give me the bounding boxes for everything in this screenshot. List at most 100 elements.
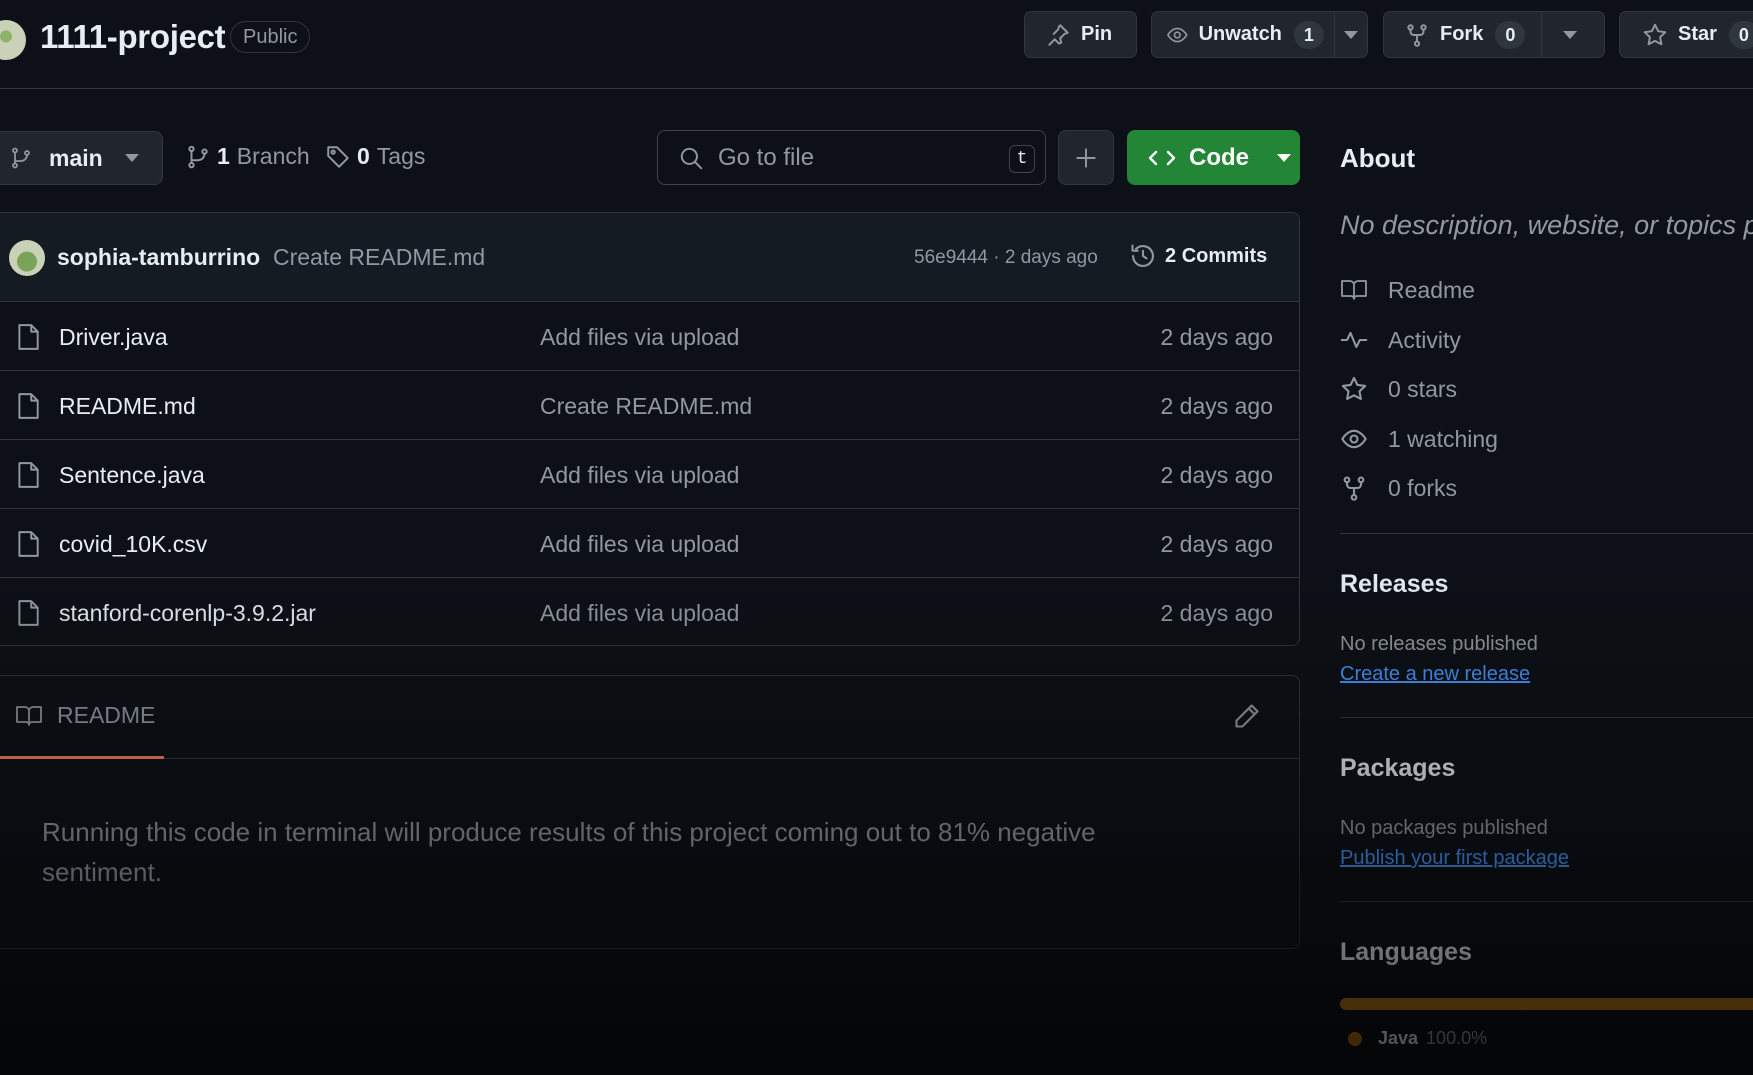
- file-commit-message[interactable]: Add files via upload: [540, 462, 739, 489]
- go-to-file-input[interactable]: [718, 143, 988, 172]
- avatar[interactable]: [9, 240, 45, 276]
- sidebar-item-label: 0 stars: [1388, 375, 1458, 402]
- book-icon: [1341, 280, 1367, 300]
- sidebar-item-label: Activity: [1388, 326, 1461, 353]
- sidebar-item-label: 1 watching: [1388, 425, 1498, 452]
- releases-empty: No releases published: [1340, 633, 1538, 655]
- watch-label: Unwatch: [1198, 23, 1282, 45]
- book-icon: [16, 705, 42, 726]
- file-name[interactable]: covid_10K.csv: [59, 531, 207, 558]
- commit-hash-time[interactable]: 56e9444 · 2 days ago: [914, 247, 1098, 269]
- table-row[interactable]: covid_10K.csv Add files via upload 2 day…: [0, 509, 1299, 578]
- active-tab-underline: [0, 756, 164, 759]
- file-age: 2 days ago: [1160, 531, 1273, 557]
- watch-button[interactable]: Unwatch 1: [1151, 11, 1368, 58]
- divider: [1340, 901, 1753, 902]
- commits-history-link[interactable]: 2 Commits: [1129, 242, 1267, 270]
- table-row[interactable]: README.md Create README.md 2 days ago: [0, 371, 1299, 440]
- file-icon: [18, 393, 39, 419]
- plus-icon: [1076, 147, 1096, 168]
- file-name[interactable]: stanford-corenlp-3.9.2.jar: [59, 600, 316, 627]
- pin-icon: [1048, 23, 1069, 46]
- packages-title[interactable]: Packages: [1340, 754, 1455, 783]
- commit-author[interactable]: sophia-tamburrino: [57, 244, 260, 271]
- watch-count: 1: [1293, 20, 1324, 49]
- create-release-link[interactable]: Create a new release: [1340, 663, 1530, 686]
- file-name[interactable]: Sentence.java: [59, 462, 205, 489]
- branch-name: main: [49, 144, 103, 171]
- visibility-badge: Public: [230, 21, 311, 53]
- file-age: 2 days ago: [1160, 462, 1273, 488]
- go-to-file-search[interactable]: t: [657, 130, 1046, 185]
- fork-icon: [1343, 476, 1365, 501]
- tag-count: 0: [357, 143, 370, 169]
- commit-message[interactable]: Create README.md: [273, 244, 485, 271]
- code-icon: [1148, 150, 1176, 165]
- language-percent: 100.0%: [1426, 1028, 1488, 1048]
- sidebar-item-watching[interactable]: 1 watching: [1340, 425, 1498, 453]
- file-commit-message[interactable]: Create README.md: [540, 393, 752, 420]
- language-name: Java: [1378, 1028, 1419, 1048]
- sidebar-item-label: 0 forks: [1388, 474, 1458, 501]
- branch-count: 1: [217, 143, 230, 169]
- file-commit-message[interactable]: Add files via upload: [540, 600, 739, 627]
- divider: [1340, 533, 1753, 534]
- divider: [1340, 717, 1753, 718]
- file-name[interactable]: Driver.java: [59, 324, 168, 351]
- readme-tab[interactable]: README: [15, 702, 155, 729]
- pin-label: Pin: [1081, 23, 1113, 45]
- pin-button[interactable]: Pin: [1024, 11, 1137, 58]
- about-title: About: [1340, 143, 1416, 173]
- about-sidebar: About No description, website, or topics…: [1340, 0, 1753, 1075]
- sidebar-item-label: Readme: [1388, 276, 1475, 303]
- latest-commit: sophia-tamburrino Create README.md 56e94…: [0, 213, 1299, 302]
- readme-header: README: [0, 676, 1299, 759]
- code-button[interactable]: Code: [1127, 130, 1300, 185]
- branch-icon: [188, 145, 208, 168]
- commits-count: 2: [1165, 244, 1177, 267]
- file-icon: [18, 600, 39, 626]
- branch-count-label: Branch: [236, 143, 310, 169]
- shortcut-key: t: [1009, 145, 1035, 173]
- owner-avatar[interactable]: [0, 20, 26, 60]
- star-icon: [1341, 376, 1367, 400]
- sidebar-item-stars[interactable]: 0 stars: [1340, 375, 1457, 403]
- language-bar: [1340, 998, 1753, 1010]
- language-color-dot: [1348, 1031, 1362, 1046]
- eye-icon: [1167, 27, 1188, 42]
- chevron-down-icon: [1277, 153, 1291, 162]
- language-legend[interactable]: Java 100.0%: [1348, 1028, 1487, 1049]
- branch-icon: [12, 147, 30, 169]
- eye-icon: [1341, 429, 1367, 449]
- table-row[interactable]: stanford-corenlp-3.9.2.jar Add files via…: [0, 578, 1299, 645]
- publish-package-link[interactable]: Publish your first package: [1340, 847, 1569, 870]
- pencil-icon[interactable]: [1233, 702, 1261, 730]
- sidebar-item-activity[interactable]: Activity: [1340, 326, 1461, 354]
- tag-icon: [327, 145, 349, 168]
- branch-selector[interactable]: main: [0, 131, 163, 185]
- add-file-button[interactable]: [1058, 130, 1114, 185]
- file-commit-message[interactable]: Add files via upload: [540, 531, 739, 558]
- commits-label: Commits: [1181, 244, 1268, 267]
- file-list: sophia-tamburrino Create README.md 56e94…: [0, 212, 1300, 646]
- file-icon: [18, 324, 39, 350]
- tags-link[interactable]: 0 Tags: [325, 143, 425, 170]
- file-age: 2 days ago: [1160, 324, 1273, 350]
- file-name[interactable]: README.md: [59, 393, 196, 420]
- sidebar-item-readme[interactable]: Readme: [1340, 276, 1475, 304]
- code-label: Code: [1189, 143, 1249, 171]
- table-row[interactable]: Sentence.java Add files via upload 2 day…: [0, 440, 1299, 509]
- packages-empty: No packages published: [1340, 817, 1548, 839]
- sidebar-item-forks[interactable]: 0 forks: [1340, 474, 1457, 502]
- branches-link[interactable]: 1 Branch: [185, 143, 310, 170]
- history-icon: [1131, 244, 1154, 267]
- languages-title: Languages: [1340, 938, 1472, 966]
- repo-page: 1111-project Public Pin Unwatch 1 Fork 0…: [0, 0, 1753, 1075]
- readme-content: Running this code in terminal will produ…: [42, 817, 1096, 887]
- repo-title[interactable]: 1111-project: [40, 18, 226, 56]
- file-commit-message[interactable]: Add files via upload: [540, 324, 739, 351]
- releases-title[interactable]: Releases: [1340, 570, 1448, 599]
- file-age: 2 days ago: [1160, 600, 1273, 626]
- readme-panel: README Running this code in terminal wil…: [0, 675, 1300, 949]
- table-row[interactable]: Driver.java Add files via upload 2 days …: [0, 302, 1299, 371]
